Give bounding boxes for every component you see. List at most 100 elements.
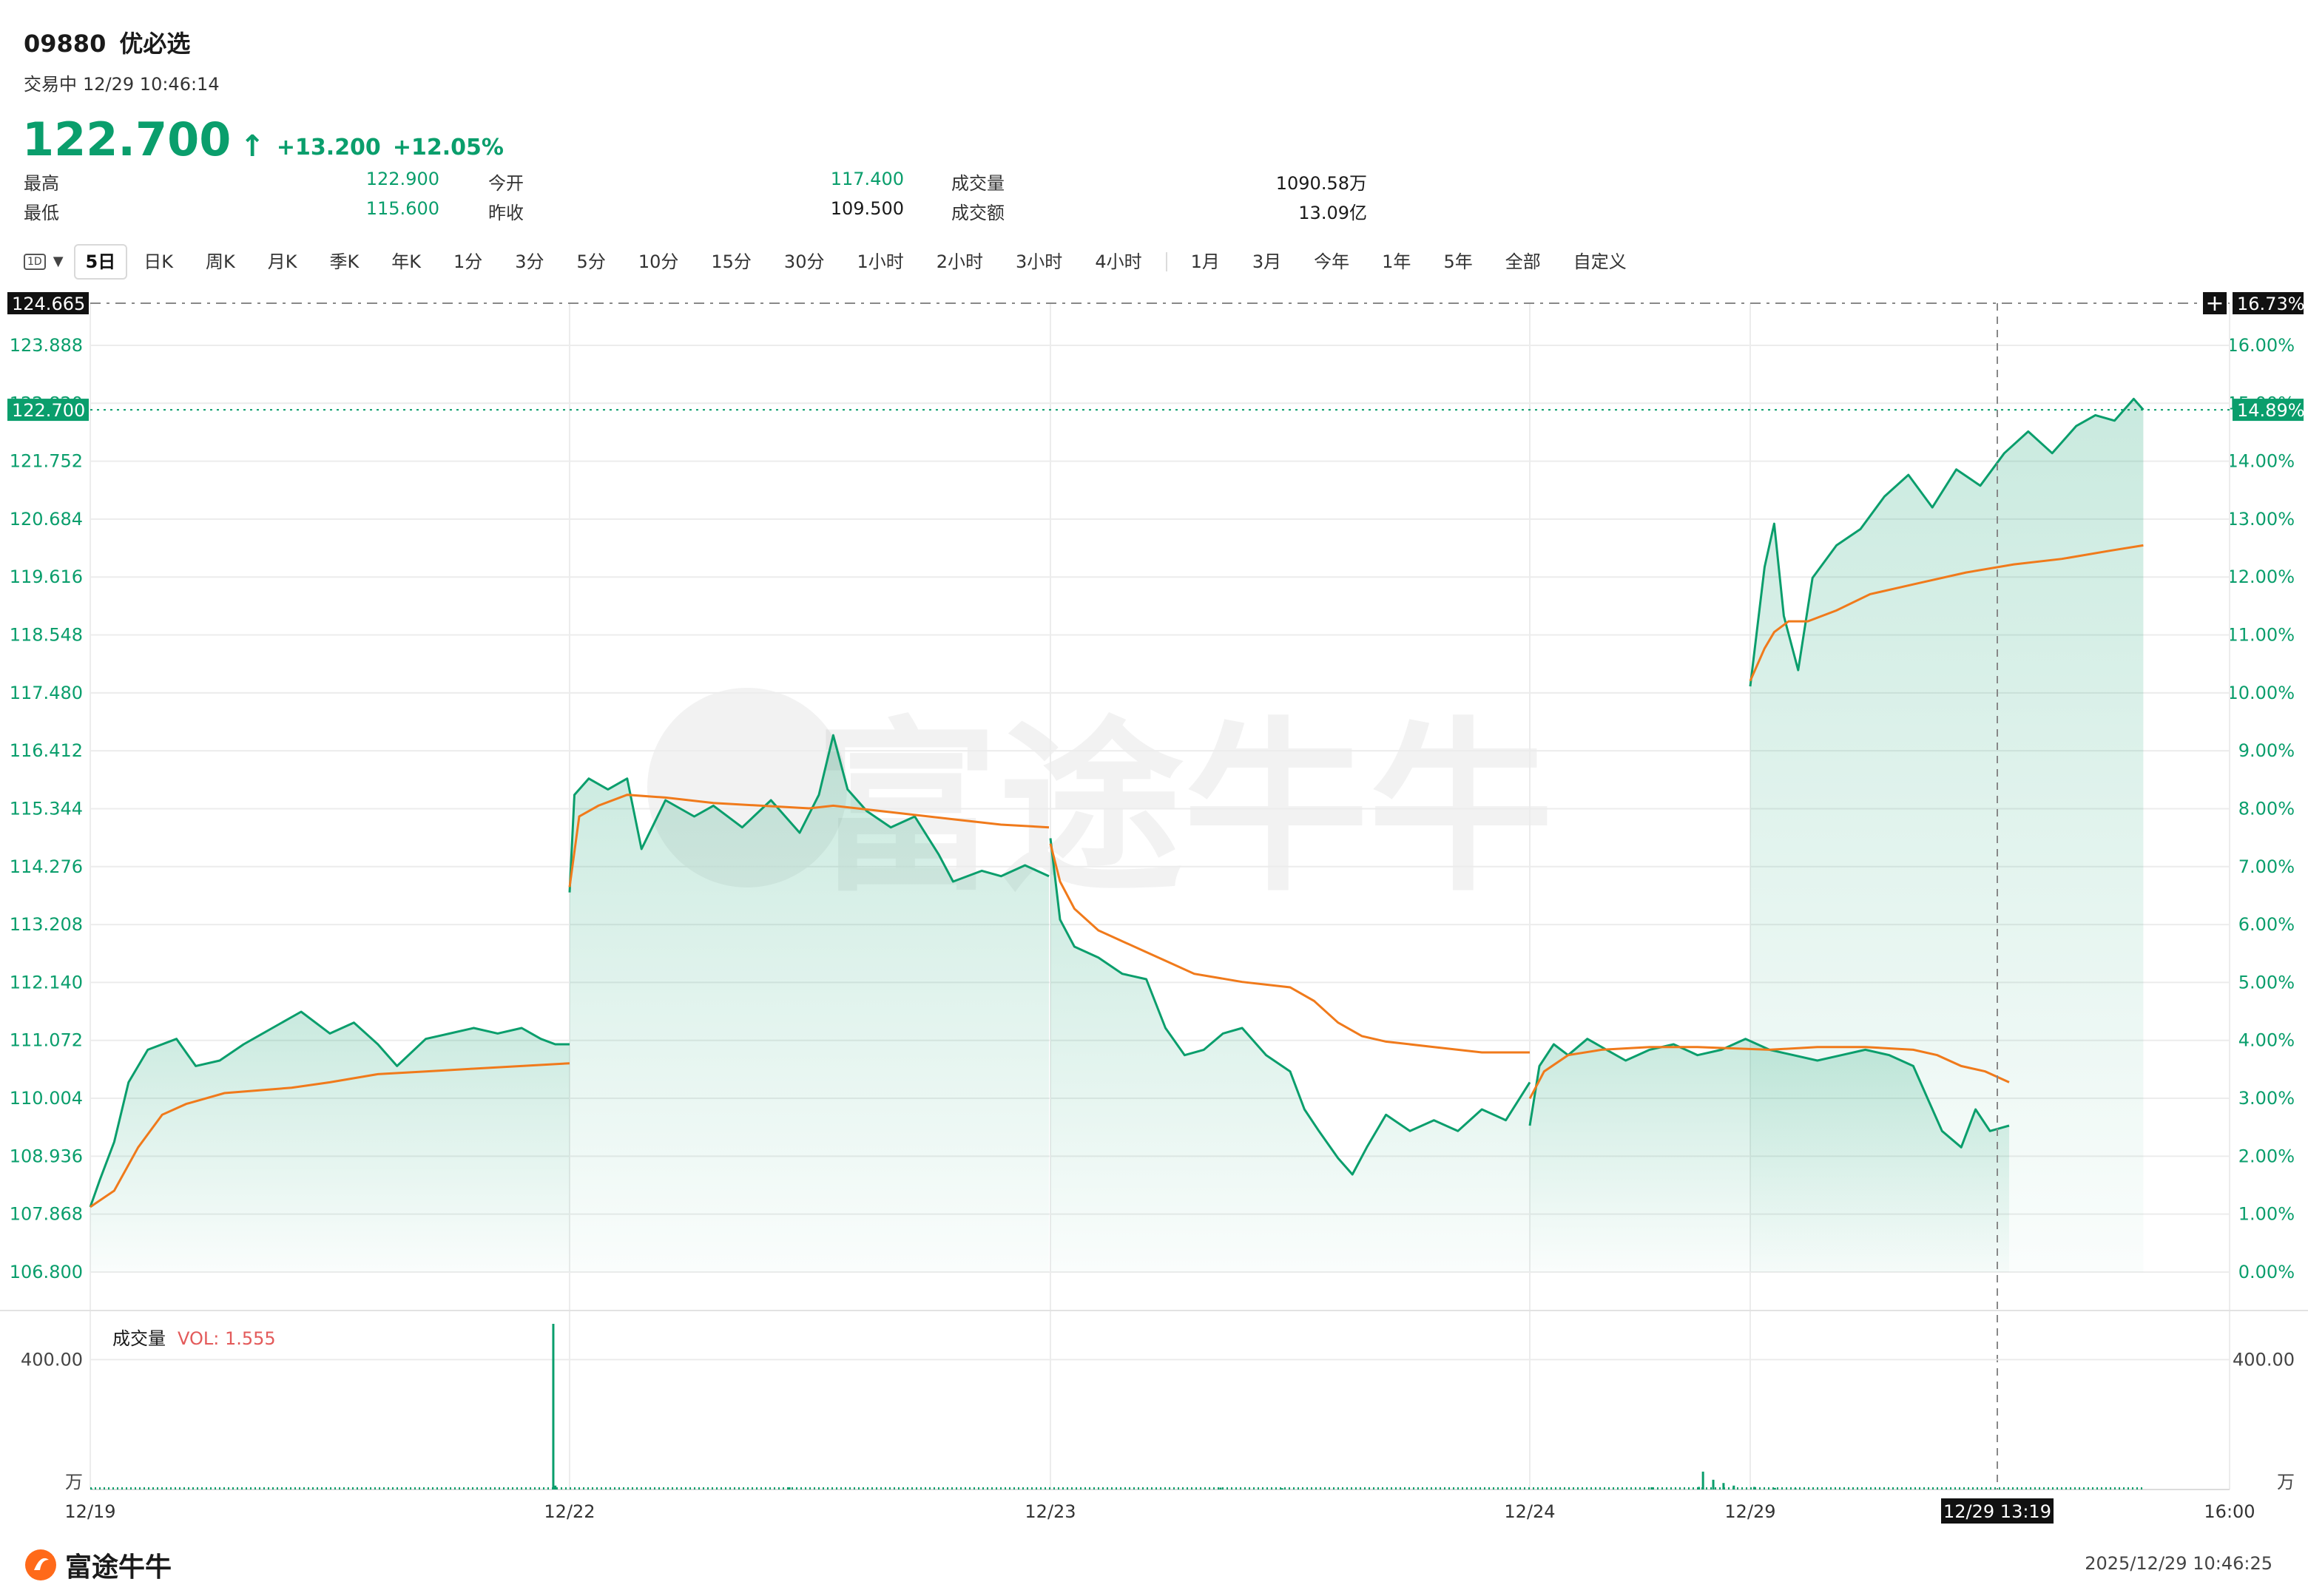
- y-tick-right: 16.00%: [2227, 335, 2295, 356]
- vol-bar-base: [849, 1487, 851, 1490]
- vol-bar-base: [175, 1487, 176, 1490]
- vol-bar-base: [1377, 1487, 1379, 1490]
- vol-bar-base: [1138, 1487, 1139, 1490]
- vol-bar-base: [321, 1487, 323, 1490]
- vol-bar-base: [1036, 1487, 1037, 1490]
- vol-bar-base: [290, 1487, 291, 1490]
- vol-bar-base: [161, 1487, 163, 1490]
- vol-bar-base: [547, 1487, 549, 1490]
- vol-bar-base: [1919, 1487, 1920, 1490]
- vol-bar-base: [880, 1487, 882, 1490]
- vol-bar-base: [716, 1487, 718, 1490]
- vol-bar-base: [365, 1487, 367, 1490]
- vol-bar-base: [2074, 1487, 2076, 1490]
- vol-bar-base: [1329, 1487, 1330, 1490]
- vol-bar-base: [1395, 1487, 1397, 1490]
- vol-bar-base: [792, 1487, 793, 1490]
- vol-bar-base: [1786, 1487, 1787, 1490]
- vol-bar-base: [361, 1487, 362, 1490]
- vol-bar-base: [1262, 1487, 1263, 1490]
- vol-bar-base: [987, 1487, 988, 1490]
- vol-bar-base: [1400, 1487, 1401, 1490]
- vol-bar-base: [183, 1487, 185, 1490]
- vol-bar-base: [1573, 1487, 1574, 1490]
- vol-bar-base: [951, 1487, 953, 1490]
- vol-bar-base: [1315, 1487, 1317, 1490]
- vol-bar-base: [1497, 1487, 1499, 1490]
- vol-bar-base: [2141, 1487, 2142, 1490]
- vol-bar-base: [1910, 1487, 1911, 1490]
- vol-bar-base: [543, 1487, 544, 1490]
- vol-bar-base: [574, 1487, 576, 1490]
- vol-bar-base: [1018, 1487, 1019, 1490]
- vol-bar-base: [747, 1487, 749, 1490]
- vol-bar-base: [1968, 1487, 1969, 1490]
- vol-bar-base: [1817, 1487, 1818, 1490]
- vol-bar-base: [401, 1487, 402, 1490]
- vol-bar-base: [1582, 1487, 1583, 1490]
- vol-bar-base: [1768, 1487, 1769, 1490]
- vol-bar-base: [1457, 1487, 1459, 1490]
- y-tick-left: 107.868: [10, 1204, 83, 1225]
- vol-bar-base: [583, 1487, 584, 1490]
- vol-bar-base: [1271, 1487, 1272, 1490]
- vol-bar-base: [476, 1487, 478, 1490]
- y-tick-right: 11.00%: [2227, 625, 2295, 646]
- vol-bar-base: [1923, 1487, 1925, 1490]
- vol-bar-base: [1346, 1487, 1348, 1490]
- vol-bar-base: [685, 1487, 686, 1490]
- vol-bar-base: [783, 1487, 784, 1490]
- vol-bar-base: [539, 1487, 540, 1490]
- vol-bar-base: [1901, 1487, 1903, 1490]
- y-tick-left: 120.684: [10, 509, 83, 530]
- vol-bar-base: [525, 1487, 527, 1490]
- vol-bar-base: [1622, 1487, 1623, 1490]
- vol-bar-base: [1883, 1487, 1885, 1490]
- vol-bar-base: [1506, 1487, 1508, 1490]
- vol-bar-base: [831, 1487, 833, 1490]
- vol-bar-base: [1564, 1487, 1565, 1490]
- vol-bar-base: [1604, 1487, 1605, 1490]
- vol-bar-base: [2048, 1487, 2049, 1490]
- vol-bar-base: [1595, 1487, 1596, 1490]
- vol-bar-base: [485, 1487, 487, 1490]
- vol-bar-base: [1617, 1487, 1619, 1490]
- vol-bar-base: [1067, 1487, 1068, 1490]
- vol-bar-base: [499, 1487, 500, 1490]
- y-tick-left: 123.888: [10, 335, 83, 356]
- vol-bar-base: [618, 1487, 620, 1490]
- vol-bar-base: [1555, 1487, 1556, 1490]
- vol-bar-base: [885, 1487, 886, 1490]
- vol-bar-base: [157, 1487, 158, 1490]
- vol-bar-base: [1324, 1487, 1326, 1490]
- vol-bar-base: [1182, 1487, 1184, 1490]
- vol-bar-base: [942, 1487, 944, 1490]
- vol-bar-base: [911, 1487, 913, 1490]
- vol-bar-base: [632, 1487, 633, 1490]
- vol-bar-base: [1803, 1487, 1805, 1490]
- vol-bar-base: [2119, 1487, 2120, 1490]
- vol-bar-base: [1666, 1487, 1667, 1490]
- vol-bar-base: [1906, 1487, 1907, 1490]
- y-tick-left: 106.800: [10, 1262, 83, 1282]
- vol-bar-base: [889, 1487, 891, 1490]
- x-tick: 12/22: [544, 1501, 595, 1522]
- vol-bar-base: [166, 1487, 167, 1490]
- vol-bar-base: [1661, 1487, 1663, 1490]
- vol-bar-base: [1870, 1487, 1872, 1490]
- vol-bar-base: [215, 1487, 216, 1490]
- vol-bar-base: [1511, 1487, 1512, 1490]
- vol-bar-base: [871, 1487, 873, 1490]
- vol-bar-base: [197, 1487, 198, 1490]
- vol-bar-base: [1253, 1487, 1255, 1490]
- vol-bar-base: [445, 1487, 447, 1490]
- volume-value: VOL: 1.555: [178, 1328, 276, 1349]
- vol-bar-base: [2096, 1487, 2098, 1490]
- vol-bar-base: [135, 1487, 136, 1490]
- vol-bar-base: [649, 1487, 651, 1490]
- vol-bar-base: [1231, 1487, 1232, 1490]
- vol-bar-base: [241, 1487, 243, 1490]
- vol-bar-base: [1994, 1487, 1996, 1490]
- vol-bar-base: [934, 1487, 935, 1490]
- vol-bar-base: [192, 1487, 194, 1490]
